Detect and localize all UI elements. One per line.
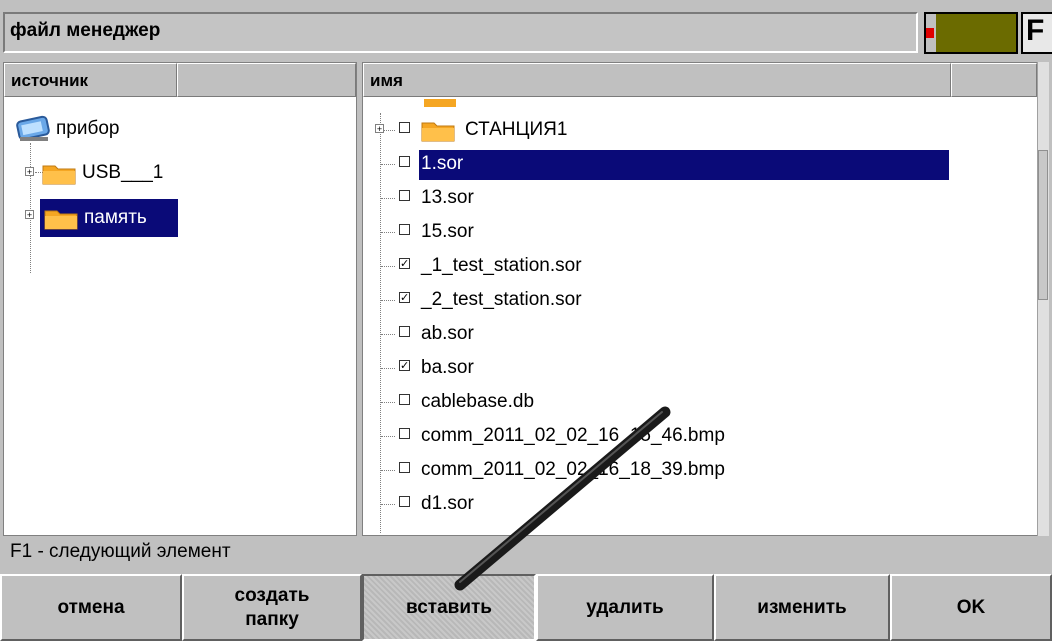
column-header-source[interactable]: источник: [4, 63, 177, 97]
file-name: 1.sor: [421, 153, 464, 174]
ok-button[interactable]: OK: [890, 574, 1052, 641]
file-list-folder[interactable]: + СТАНЦИЯ1: [363, 113, 1033, 147]
device-icon: [16, 115, 52, 143]
tree-line: [381, 402, 395, 403]
file-list-item[interactable]: ✓ _2_test_station.sor: [363, 283, 1033, 317]
file-list-item[interactable]: 1.sor: [363, 147, 1033, 181]
tree-line: [381, 232, 395, 233]
checkbox-checked[interactable]: ✓: [399, 258, 410, 270]
tree-line: [381, 164, 395, 165]
file-name: ba.sor: [421, 357, 474, 378]
checkbox[interactable]: [399, 326, 410, 337]
file-name: _1_test_station.sor: [421, 255, 582, 276]
tree-line: [381, 368, 395, 369]
rename-button-label: изменить: [757, 596, 847, 618]
selection-highlight: [419, 150, 949, 180]
checkbox[interactable]: [399, 496, 410, 507]
checkbox[interactable]: [399, 122, 410, 133]
file-name: _2_test_station.sor: [421, 289, 582, 310]
tree-item-device[interactable]: прибор: [56, 113, 120, 145]
folder-icon: [421, 118, 455, 142]
stylus-pen: [454, 406, 671, 591]
create-folder-button-label: создать папку: [234, 584, 310, 630]
checkbox-checked[interactable]: ✓: [399, 360, 410, 372]
checkbox[interactable]: [399, 156, 410, 167]
column-header-source-2[interactable]: [177, 63, 356, 97]
tree-line: [381, 300, 395, 301]
tree-line: [381, 266, 395, 267]
tree-line: [381, 470, 395, 471]
file-list-item[interactable]: ✓ ba.sor: [363, 351, 1033, 385]
file-name: 13.sor: [421, 187, 474, 208]
create-folder-button[interactable]: создать папку: [182, 574, 362, 641]
tree-line: [30, 143, 31, 273]
status-hint: F1 - следующий элемент: [10, 541, 231, 562]
battery-low-marker: [926, 28, 934, 38]
checkbox[interactable]: [399, 224, 410, 235]
source-panel: источник прибор + USB___1 + память: [3, 62, 357, 536]
checkbox[interactable]: [399, 462, 410, 473]
expand-icon[interactable]: +: [25, 167, 34, 177]
ok-button-label: OK: [956, 596, 986, 618]
file-list-item[interactable]: 15.sor: [363, 215, 1033, 249]
cancel-button[interactable]: отмена: [0, 574, 182, 641]
checkbox[interactable]: [399, 394, 410, 405]
scrollbar-thumb[interactable]: [1038, 150, 1048, 300]
window-title: файл менеджер: [10, 20, 161, 41]
file-name: 15.sor: [421, 221, 474, 242]
expand-icon[interactable]: +: [375, 124, 384, 134]
function-key-label: F: [1026, 14, 1045, 47]
file-list-item[interactable]: 13.sor: [363, 181, 1033, 215]
battery-level: [936, 14, 1016, 52]
folder-icon: [44, 206, 78, 230]
file-name: ab.sor: [421, 323, 474, 344]
file-list-item[interactable]: ✓ _1_test_station.sor: [363, 249, 1033, 283]
tree-line: [381, 198, 395, 199]
column-header-name-2[interactable]: [951, 63, 1037, 97]
file-name: СТАНЦИЯ1: [465, 119, 568, 140]
tree-line: [381, 334, 395, 335]
tree-item-usb[interactable]: USB___1: [82, 157, 163, 189]
checkbox-checked[interactable]: ✓: [399, 292, 410, 304]
rename-button[interactable]: изменить: [714, 574, 890, 641]
file-list-item[interactable]: ab.sor: [363, 317, 1033, 351]
checkbox[interactable]: [399, 428, 410, 439]
folder-icon: [42, 161, 76, 185]
column-header-name[interactable]: имя: [363, 63, 951, 97]
tree-item-memory[interactable]: память: [84, 202, 147, 234]
folder-icon-partial: [423, 99, 457, 109]
expand-icon[interactable]: +: [25, 210, 34, 220]
tree-line: [381, 504, 395, 505]
cancel-button-label: отмена: [57, 596, 125, 618]
tree-line: [381, 436, 395, 437]
checkbox[interactable]: [399, 190, 410, 201]
